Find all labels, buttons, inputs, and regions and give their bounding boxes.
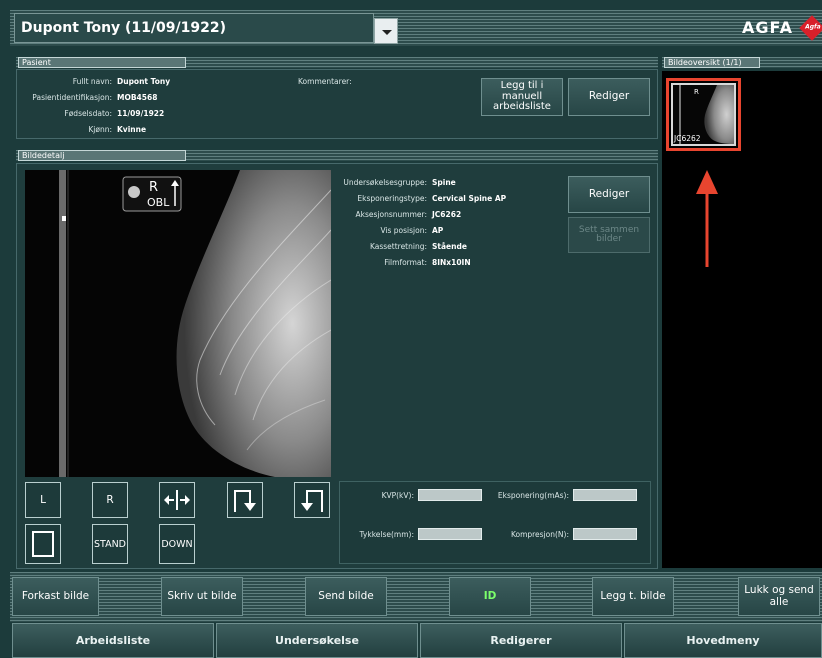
- right-marker-button[interactable]: R: [92, 482, 128, 518]
- full-name-label: Fullt navn:: [72, 77, 112, 86]
- tab-editor[interactable]: Redigerer: [420, 623, 622, 658]
- marker-letter: R: [149, 180, 158, 195]
- patient-id-label: Pasientidentifikasjon:: [32, 93, 112, 102]
- mammogram-graphic: R OBL: [25, 170, 331, 477]
- compression-label: Kompresjon(N):: [510, 530, 569, 539]
- down-button[interactable]: DOWN: [159, 524, 195, 564]
- image-detail-section-label: Bildedetalj: [18, 150, 186, 161]
- edit-patient-button[interactable]: Rediger: [568, 78, 650, 116]
- red-arrow-annotation: [692, 168, 722, 268]
- brand-rhombus: Agfa: [799, 14, 822, 41]
- accession-number-value: JC6262: [432, 210, 462, 219]
- rotate-clockwise-button[interactable]: [227, 482, 263, 518]
- patient-title: Dupont Tony (11/09/1922): [14, 13, 374, 43]
- kvp-field[interactable]: [418, 489, 482, 501]
- merge-images-button[interactable]: Sett sammen bilder: [568, 217, 650, 253]
- rotate-clockwise-icon: [234, 490, 256, 512]
- tab-worklist[interactable]: Arbeidsliste: [12, 623, 214, 658]
- gender-label: Kjønn:: [88, 125, 112, 134]
- accession-number-label: Aksesjonsnummer:: [355, 210, 427, 219]
- xray-image[interactable]: R OBL: [25, 170, 331, 477]
- exam-group-label: Undersøkelsesgruppe:: [343, 178, 427, 187]
- patient-id-value: MOB4568: [117, 93, 158, 102]
- thumbnail-id: JC6262: [674, 134, 701, 143]
- marker-text: OBL: [147, 196, 170, 209]
- id-button[interactable]: ID: [449, 577, 531, 616]
- exam-group-value: Spine: [432, 178, 456, 187]
- patient-dropdown-button[interactable]: [374, 18, 398, 44]
- flip-horizontal-button[interactable]: [159, 482, 195, 518]
- blank-frame-button[interactable]: [25, 524, 61, 564]
- film-format-label: Filmformat:: [384, 258, 427, 267]
- full-name-value: Dupont Tony: [117, 77, 171, 86]
- send-image-button[interactable]: Send bilde: [305, 577, 387, 616]
- mas-field[interactable]: [573, 489, 637, 501]
- birth-date-value: 11/09/1922: [117, 109, 165, 118]
- cassette-direction-value: Stående: [432, 242, 467, 251]
- arrow-up-icon: [696, 170, 718, 267]
- tab-examination[interactable]: Undersøkelse: [216, 623, 418, 658]
- discard-image-button[interactable]: Forkast bilde: [12, 577, 99, 616]
- thickness-field[interactable]: [418, 528, 482, 540]
- gender-value: Kvinne: [117, 125, 147, 134]
- overview-section-label: Bildeoversikt (1/1): [664, 57, 760, 68]
- view-position-value: AP: [432, 226, 444, 235]
- compression-field[interactable]: [573, 528, 637, 540]
- exposure-type-value: Cervical Spine AP: [432, 194, 507, 203]
- cassette-direction-label: Kassettretning:: [369, 242, 427, 251]
- film-format-value: 8INx10IN: [432, 258, 471, 267]
- left-marker-button[interactable]: L: [25, 482, 61, 518]
- tab-main-menu[interactable]: Hovedmeny: [624, 623, 822, 658]
- view-position-label: Vis posisjon:: [380, 226, 427, 235]
- thumbnail-marker: R: [694, 88, 699, 96]
- frame-icon: [32, 531, 54, 557]
- add-image-button[interactable]: Legg t. bilde: [592, 577, 674, 616]
- stand-button[interactable]: STAND: [92, 524, 128, 564]
- birth-date-label: Fødselsdato:: [64, 109, 112, 118]
- patient-section-label: Pasient: [18, 57, 186, 68]
- add-to-worklist-button[interactable]: Legg til i manuell arbeidsliste: [481, 78, 563, 116]
- rotate-counterclockwise-button[interactable]: [294, 482, 330, 518]
- edit-image-button[interactable]: Rediger: [568, 176, 650, 213]
- print-image-button[interactable]: Skriv ut bilde: [161, 577, 243, 616]
- rotate-counterclockwise-icon: [301, 490, 323, 512]
- exposure-type-label: Eksponeringstype:: [357, 194, 427, 203]
- comments-label: Kommentarer:: [298, 77, 352, 86]
- flip-horizontal-icon: [164, 490, 190, 510]
- chevron-down-icon: [382, 30, 392, 35]
- mas-label: Eksponering(mAs):: [497, 491, 569, 500]
- close-and-send-all-button[interactable]: Lukk og send alle: [738, 577, 820, 616]
- brand-mark-text: Agfa: [805, 22, 821, 30]
- kvp-label: KVP(kV):: [381, 491, 414, 500]
- action-bar: [10, 572, 822, 622]
- image-thumbnail[interactable]: R JC6262: [671, 83, 736, 146]
- brand-name: AGFA: [742, 18, 793, 37]
- thickness-label: Tykkelse(mm):: [359, 530, 414, 539]
- agfa-logo: AGFA Agfa: [742, 14, 822, 41]
